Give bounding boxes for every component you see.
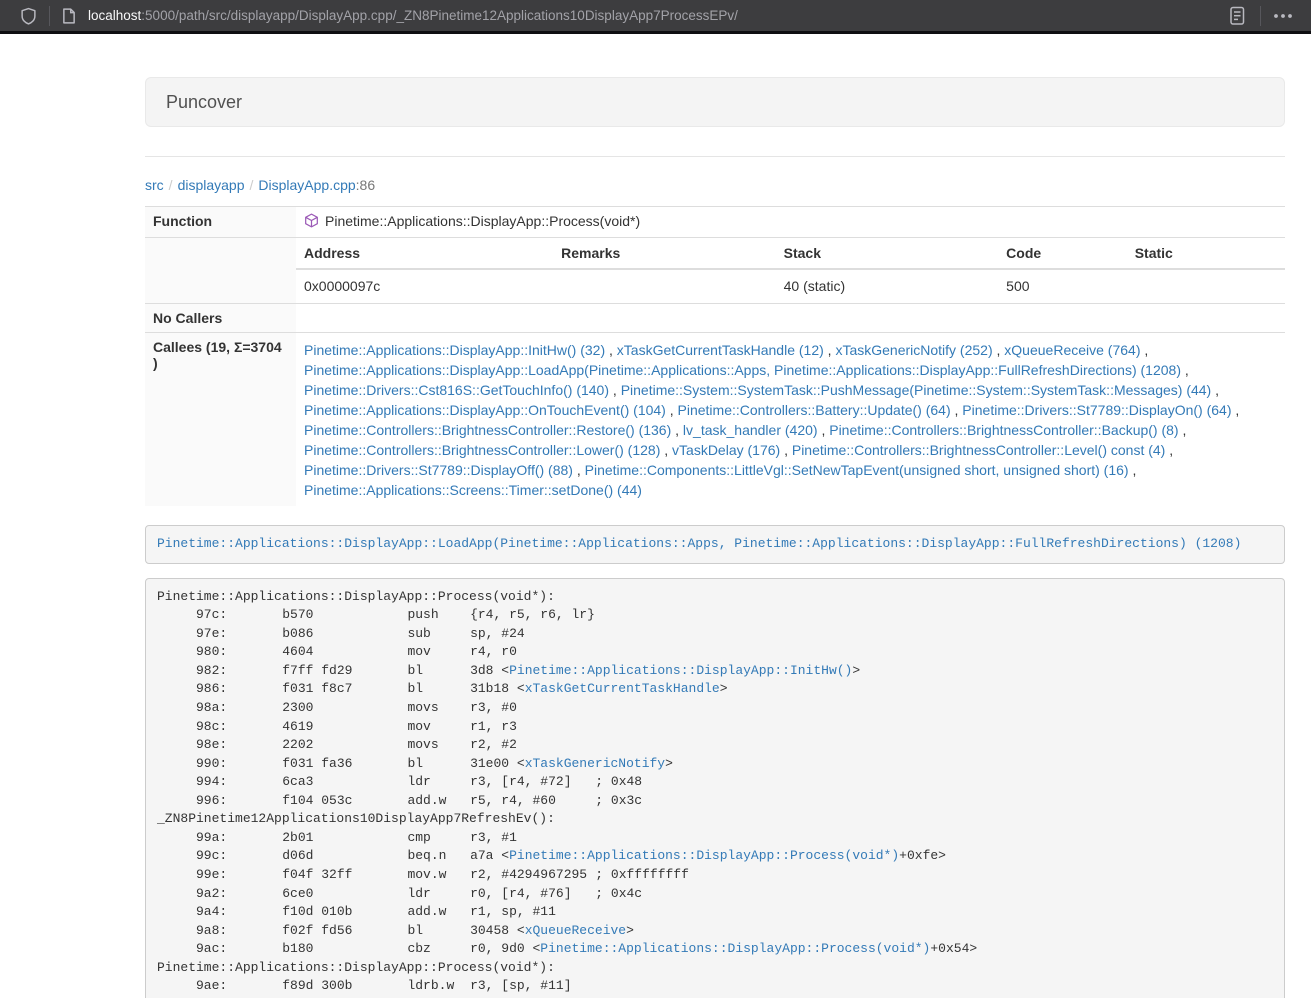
overflow-menu-icon[interactable] <box>1267 12 1299 20</box>
metrics-table: Address Remarks Stack Code Static 0x0000… <box>296 238 1285 303</box>
symbol-link[interactable]: xTaskGetCurrentTaskHandle <box>525 681 720 696</box>
address-bar[interactable]: localhost:5000/path/src/displayapp/Displ… <box>88 8 1220 23</box>
breadcrumb-link-file[interactable]: DisplayApp.cpp <box>258 177 355 193</box>
metrics-value-row: 0x0000097c 40 (static) 500 <box>296 269 1285 303</box>
function-name-cell: Pinetime::Applications::DisplayApp::Proc… <box>296 207 1285 238</box>
symbol-link[interactable]: Pinetime::Applications::DisplayApp::Proc… <box>540 941 930 956</box>
callee-link[interactable]: Pinetime::Applications::DisplayApp::Init… <box>304 342 605 358</box>
shield-icon[interactable] <box>14 7 43 25</box>
metrics-label-empty <box>145 238 296 304</box>
column-address: Address <box>296 238 553 269</box>
url-host: localhost <box>88 8 141 23</box>
toolbar-divider <box>1260 6 1261 26</box>
callee-link[interactable]: Pinetime::Controllers::Battery::Update()… <box>678 402 951 418</box>
callee-link[interactable]: Pinetime::Drivers::St7789::DisplayOff() … <box>304 462 573 478</box>
callees-label: Callees (19, Σ=3704 ) <box>145 333 296 507</box>
function-name: Pinetime::Applications::DisplayApp::Proc… <box>325 213 640 229</box>
static-value <box>1127 269 1285 303</box>
address-value: 0x0000097c <box>296 269 553 303</box>
cube-icon <box>304 213 319 231</box>
table-row-no-callers: No Callers <box>145 304 1285 333</box>
metrics-header-row: Address Remarks Stack Code Static <box>296 238 1285 269</box>
callee-link[interactable]: Pinetime::Applications::DisplayApp::Load… <box>304 362 1181 378</box>
symbol-link[interactable]: xQueueReceive <box>525 923 626 938</box>
remarks-value <box>553 269 776 303</box>
table-row-metrics: Address Remarks Stack Code Static 0x0000… <box>145 238 1285 304</box>
function-label: Function <box>145 207 296 238</box>
callee-link[interactable]: Pinetime::Applications::Screens::Timer::… <box>304 482 642 498</box>
symbol-link[interactable]: Pinetime::Applications::DisplayApp::Init… <box>509 663 852 678</box>
column-static: Static <box>1127 238 1285 269</box>
breadcrumb: src/displayapp/DisplayApp.cpp:86 <box>145 177 1285 193</box>
symbol-link[interactable]: xTaskGenericNotify <box>525 756 665 771</box>
callee-link[interactable]: Pinetime::Controllers::BrightnessControl… <box>792 442 1165 458</box>
table-row-function: Function Pinetime::Applications::Display… <box>145 207 1285 238</box>
column-code: Code <box>998 238 1127 269</box>
page-container: Puncover src/displayapp/DisplayApp.cpp:8… <box>145 34 1285 998</box>
callee-link[interactable]: Pinetime::Controllers::BrightnessControl… <box>829 422 1178 438</box>
disassembly-block: Pinetime::Applications::DisplayApp::Proc… <box>145 578 1285 998</box>
stack-value: 40 (static) <box>776 269 999 303</box>
callee-link[interactable]: Pinetime::Controllers::BrightnessControl… <box>304 422 671 438</box>
app-header: Puncover <box>145 77 1285 127</box>
toolbar-divider <box>49 6 50 26</box>
disassembly-code: Pinetime::Applications::DisplayApp::Proc… <box>157 589 977 998</box>
callee-link[interactable]: xQueueReceive (764) <box>1004 342 1140 358</box>
callee-link[interactable]: Pinetime::Drivers::St7789::DisplayOn() (… <box>962 402 1231 418</box>
page-title: Puncover <box>166 91 1264 113</box>
breadcrumb-line-number: :86 <box>356 177 375 193</box>
callee-link[interactable]: Pinetime::Applications::DisplayApp::OnTo… <box>304 402 666 418</box>
function-table: Function Pinetime::Applications::Display… <box>145 206 1285 506</box>
code-value: 500 <box>998 269 1127 303</box>
callee-link[interactable]: Pinetime::Drivers::Cst816S::GetTouchInfo… <box>304 382 609 398</box>
url-path: :5000/path/src/displayapp/DisplayApp.cpp… <box>141 8 738 23</box>
breadcrumb-link-displayapp[interactable]: displayapp <box>178 177 245 193</box>
no-callers-cell <box>296 304 1285 333</box>
callees-list: Pinetime::Applications::DisplayApp::Init… <box>296 333 1285 507</box>
selected-callee-block: Pinetime::Applications::DisplayApp::Load… <box>145 525 1285 564</box>
callee-link[interactable]: Pinetime::Components::LittleVgl::SetNewT… <box>585 462 1129 478</box>
browser-toolbar: localhost:5000/path/src/displayapp/Displ… <box>0 0 1311 34</box>
breadcrumb-separator: / <box>250 177 254 193</box>
callee-link[interactable]: xTaskGetCurrentTaskHandle (12) <box>617 342 824 358</box>
table-row-callees: Callees (19, Σ=3704 ) Pinetime::Applicat… <box>145 333 1285 507</box>
breadcrumb-link-src[interactable]: src <box>145 177 164 193</box>
header-divider <box>145 156 1285 157</box>
page-info-icon[interactable] <box>56 8 82 24</box>
callee-link[interactable]: lv_task_handler (420) <box>683 422 818 438</box>
symbol-link[interactable]: Pinetime::Applications::DisplayApp::Proc… <box>509 848 899 863</box>
callee-link[interactable]: Pinetime::Controllers::BrightnessControl… <box>304 442 660 458</box>
reader-mode-icon[interactable] <box>1220 5 1254 27</box>
callee-link[interactable]: Pinetime::System::SystemTask::PushMessag… <box>621 382 1212 398</box>
no-callers-label: No Callers <box>145 304 296 333</box>
column-remarks: Remarks <box>553 238 776 269</box>
selected-callee-link[interactable]: Pinetime::Applications::DisplayApp::Load… <box>157 536 1241 551</box>
callee-link[interactable]: vTaskDelay (176) <box>672 442 780 458</box>
column-stack: Stack <box>776 238 999 269</box>
breadcrumb-separator: / <box>169 177 173 193</box>
callee-link[interactable]: xTaskGenericNotify (252) <box>835 342 992 358</box>
